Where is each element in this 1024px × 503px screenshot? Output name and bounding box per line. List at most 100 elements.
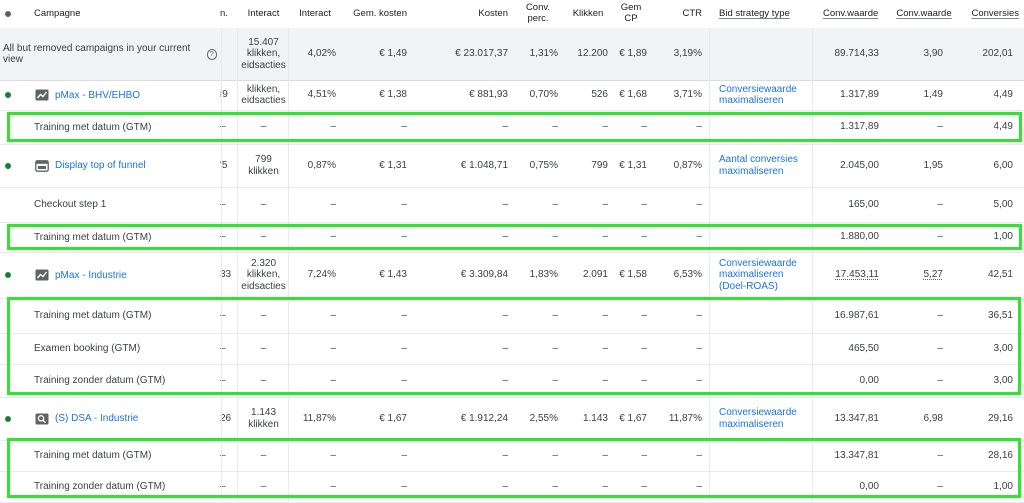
total-conv-waarde-2: 3,90 (923, 48, 943, 60)
header-klikken[interactable]: Klikken (563, 0, 613, 28)
header-bid-strategy[interactable]: Bid strategy type (714, 0, 810, 28)
header-conv-waarde-2[interactable]: Conv.waarde (884, 0, 964, 28)
column-divider[interactable] (237, 28, 238, 502)
header-gem-kosten[interactable]: Gem. kosten (341, 0, 412, 28)
header-ctr[interactable]: CTR (649, 0, 707, 28)
cell-conv-waarde2: – (937, 480, 943, 492)
cell-conv-waarde1: 13.347,81 (834, 449, 880, 461)
header-gem-cp[interactable]: Gem CP (613, 0, 649, 28)
header-kosten[interactable]: Kosten (412, 0, 513, 28)
conversion-action-row: Training met datum (GTM) – – – – – – – – – 1.317,8… (0, 110, 1024, 145)
conversion-action-row: Training met datum (GTM) – – – – – – – – – 1.880,0… (0, 222, 1024, 253)
cell-gem-kosten: – (401, 121, 407, 133)
header-conversies[interactable]: Conversies (964, 0, 1024, 28)
header-campaign[interactable]: Campagne (29, 0, 219, 28)
conversion-action-name: Training met datum (GTM) (34, 450, 152, 461)
conversion-action-name: Training zonder datum (GTM) (34, 375, 166, 386)
header-conv-waarde-1[interactable]: Conv.waarde (818, 0, 884, 28)
cell-conv-waarde2: – (937, 449, 943, 461)
cell-gem-kosten: – (401, 198, 407, 210)
cell-klikken: – (602, 121, 608, 133)
cell-klikken: – (602, 480, 608, 492)
cell-klikken: 799 (591, 159, 608, 171)
cell-bid (714, 333, 810, 364)
cell-ctr: – (696, 342, 702, 354)
cell-interact2: 0,87% (307, 159, 336, 171)
cell-interact2: 7,24% (307, 269, 336, 281)
cell-conv-waarde2: 5,27 (923, 269, 943, 281)
help-icon[interactable]: ? (206, 48, 217, 60)
cell-bid[interactable]: Aantal conversies maximaliseren (714, 144, 810, 187)
cell-bid[interactable]: Conversiewaarde maximaliseren (714, 80, 810, 110)
status-dot[interactable] (5, 92, 11, 98)
cell-kosten: – (502, 231, 508, 243)
campaign-row: pMax - BHV/EHBO i9 klikken, eidsacties 4,51… (0, 80, 1024, 111)
cell-gem-cp: € 1,58 (619, 269, 647, 281)
conversion-action-name: Training met datum (GTM) (34, 231, 152, 243)
cell-ctr: – (696, 374, 702, 386)
cell-ctr: 0,87% (673, 159, 702, 171)
cell-bid (714, 110, 810, 144)
cell-kosten: – (502, 309, 508, 321)
status-dot[interactable] (5, 272, 11, 278)
header-interact-1[interactable]: Interact (238, 0, 289, 28)
cell-conv-perc: – (552, 309, 558, 321)
cell-bid[interactable]: Conversiewaarde maximaliseren (714, 397, 810, 440)
campaign-name-link[interactable]: (S) DSA - Industrie (55, 397, 138, 440)
status-column-icon[interactable] (5, 11, 11, 17)
conversion-action-name: Checkout step 1 (34, 199, 107, 210)
cell-conversies: 1,00 (993, 480, 1013, 492)
cell-ctr: 6,53% (673, 269, 702, 281)
campaign-name-link[interactable]: pMax - Industrie (55, 252, 127, 298)
campaign-name-link[interactable]: pMax - BHV/EHBO (55, 80, 140, 110)
cell-conv-waarde2: – (937, 231, 943, 243)
cell-bid[interactable]: Conversiewaarde maximaliseren (Doel-ROAS… (714, 252, 810, 298)
conversion-action-row: Training zonder datum (GTM) – – – – – – – – – 0,00… (0, 471, 1024, 503)
performance-max-icon (35, 269, 49, 281)
cell-conv-waarde1: 1.880,00 (840, 231, 879, 243)
cell-conv-perc: – (552, 480, 558, 492)
cell-conv-waarde1: 16.987,61 (834, 309, 880, 321)
header-cut[interactable]: n. (218, 0, 238, 28)
cell-conv-waarde1: 0,00 (859, 374, 879, 386)
campaign-name-link[interactable]: Display top of funnel (55, 144, 146, 187)
cell-ctr: – (696, 449, 702, 461)
cell-interact2: 11,87% (302, 412, 336, 424)
header-conv-perc[interactable]: Conv. perc. (513, 0, 563, 28)
cell-interact1: – (260, 121, 267, 133)
cell-interact1: 2.320 klikken, eidsacties (241, 257, 286, 292)
total-gem-kosten: € 1,49 (379, 48, 407, 60)
column-divider[interactable] (288, 28, 289, 502)
cell-gem-kosten: € 1,43 (379, 269, 407, 281)
cell-conv-waarde1: 17.453,11 (835, 269, 879, 281)
cell-kosten: € 881,93 (469, 89, 508, 101)
cell-gem-kosten: € 1,67 (379, 412, 407, 424)
cell-kosten: – (502, 449, 508, 461)
cell-conv-perc: – (552, 449, 558, 461)
column-divider[interactable] (221, 28, 222, 502)
cell-interact1: – (260, 449, 267, 461)
cell-interact2: – (330, 449, 336, 461)
column-divider[interactable] (709, 28, 710, 502)
cell-kosten: – (502, 374, 508, 386)
cell-conv-waarde2: – (937, 374, 943, 386)
cell-ctr: – (696, 231, 702, 243)
cell-gem-cp: – (641, 342, 647, 354)
cell-ctr: 3,71% (673, 89, 702, 101)
cell-gem-cp: – (641, 374, 647, 386)
status-dot[interactable] (5, 162, 11, 169)
search-campaign-icon (35, 413, 49, 425)
cell-conversies: 3,00 (993, 374, 1013, 386)
cell-conv-perc: – (552, 342, 558, 354)
header-interact-2[interactable]: Interact (289, 0, 341, 28)
cell-interact1: – (260, 374, 267, 386)
cell-gem-cp: – (641, 198, 647, 210)
cell-kosten: – (502, 480, 508, 492)
status-dot[interactable] (5, 415, 11, 422)
conversion-action-name: Training zonder datum (GTM) (34, 481, 166, 492)
cell-conv-perc: 0,70% (529, 89, 558, 101)
cell-interact2: – (330, 309, 336, 321)
cell-gem-cp: € 1,31 (619, 159, 647, 171)
column-divider[interactable] (812, 28, 813, 502)
cell-bid (714, 222, 810, 252)
